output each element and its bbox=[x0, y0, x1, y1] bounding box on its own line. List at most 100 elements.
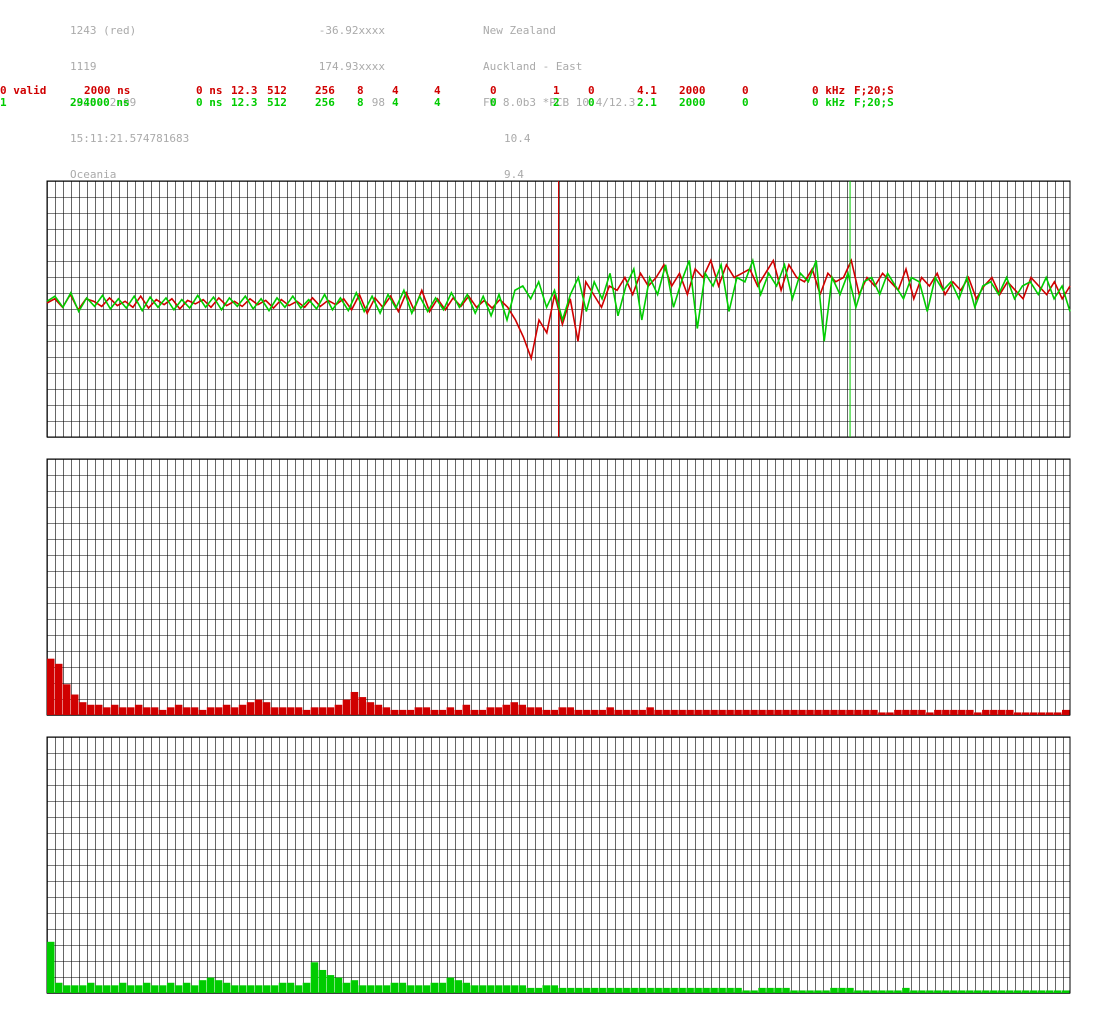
spectrum-green-bar bbox=[134, 985, 143, 993]
spectrum-green-bar bbox=[190, 985, 199, 993]
spectrum-green-bar bbox=[342, 982, 351, 993]
spectrum-green-bar bbox=[262, 985, 271, 993]
spectrum-green-bar bbox=[206, 977, 215, 993]
spectrum-red-bar bbox=[286, 707, 295, 715]
spectrum-green-bar bbox=[150, 985, 159, 993]
spectrum-green-bar bbox=[126, 985, 135, 993]
spectrum-red-bar bbox=[1038, 712, 1046, 715]
spectrum-green-bar bbox=[678, 987, 686, 993]
spectrum-red-bar bbox=[894, 709, 902, 715]
spectrum-red-bar bbox=[814, 709, 822, 715]
spectrum-green-bar bbox=[910, 990, 918, 993]
spectrum-green-bar bbox=[494, 985, 503, 993]
spectrum-red-bar bbox=[726, 709, 734, 715]
spectrum-green-bar bbox=[110, 985, 119, 993]
spectrum-red-bar bbox=[678, 709, 686, 715]
spectrum-red-bar bbox=[982, 709, 990, 715]
spectrum-red-bar bbox=[710, 709, 718, 715]
spectrum-green-bar bbox=[86, 982, 95, 993]
spectrum-green-bar bbox=[662, 987, 670, 993]
spectrum-green-bar bbox=[750, 990, 758, 993]
spectrum-green-bar bbox=[718, 987, 726, 993]
spectrum-red-bar bbox=[166, 707, 175, 715]
spectrum-red-bar bbox=[550, 709, 558, 715]
spectrum-green-bar bbox=[1046, 990, 1054, 993]
spectrum-green-bar bbox=[638, 987, 646, 993]
spectrum-green-bar bbox=[446, 977, 455, 993]
spectrum-red-bar bbox=[414, 707, 423, 715]
spectrum-green-bar bbox=[47, 941, 55, 993]
spectrum-red-bar bbox=[198, 709, 207, 715]
spectrum-green-bar bbox=[366, 985, 375, 993]
spectrum-green-bar bbox=[70, 985, 79, 993]
spectrum-red-bar bbox=[126, 707, 135, 715]
spectrum-green-bar bbox=[990, 990, 998, 993]
spectrum-green-bar bbox=[846, 987, 854, 993]
spectrum-green-bar bbox=[902, 987, 910, 993]
spectrum-green-bar bbox=[574, 987, 582, 993]
spectrum-red-bar bbox=[94, 704, 103, 715]
spectrum-red-bar bbox=[662, 709, 670, 715]
spectrum-green-bar bbox=[974, 990, 982, 993]
spectrum-red-bar bbox=[742, 709, 750, 715]
spectrum-green-bar bbox=[822, 990, 830, 993]
spectrum-red-bar bbox=[758, 709, 766, 715]
spectrum-red-bar bbox=[950, 709, 958, 715]
spectrum-red-bar bbox=[998, 709, 1006, 715]
spectrum-red-bar bbox=[358, 697, 367, 715]
spectrum-red-bar bbox=[598, 709, 606, 715]
spectrum-green-bar bbox=[358, 985, 367, 993]
spectrum-green-bar bbox=[742, 990, 750, 993]
spectrum-red-bar bbox=[62, 684, 71, 715]
spectrum-green-bar bbox=[222, 982, 231, 993]
spectrum-red-bar bbox=[1046, 712, 1054, 715]
spectrum-red-bar bbox=[1014, 712, 1022, 715]
spectrum-green-bar bbox=[478, 985, 487, 993]
spectrum-green-bar bbox=[526, 987, 535, 993]
spectrum-green-bar bbox=[918, 990, 926, 993]
spectrum-green-bar bbox=[270, 985, 279, 993]
spectrum-red-frame bbox=[46, 458, 1071, 716]
spectrum-green-bar bbox=[790, 990, 798, 993]
spectrum-red-bar bbox=[878, 712, 886, 715]
spectrum-red-bar bbox=[254, 699, 263, 715]
spectrum-red-bar bbox=[806, 709, 814, 715]
spectrum-red-bar bbox=[638, 709, 646, 715]
spectrum-green-bar bbox=[62, 985, 71, 993]
spectrum-green-bar bbox=[118, 982, 127, 993]
spectrum-green-bar bbox=[550, 985, 558, 993]
spectrum-green-bar bbox=[486, 985, 495, 993]
spectrum-green-bar bbox=[142, 982, 151, 993]
spectrum-green-bar bbox=[982, 990, 990, 993]
spectrum-green-bar bbox=[838, 987, 846, 993]
spectrum-red-bar bbox=[406, 709, 415, 715]
spectrum-red-bar bbox=[1054, 712, 1062, 715]
spectrum-red-bar bbox=[942, 709, 950, 715]
spectrum-green-bar bbox=[702, 987, 710, 993]
spectrum-red-bar bbox=[70, 694, 79, 715]
spectrum-red-bar bbox=[574, 709, 582, 715]
spectrum-red-bar bbox=[47, 658, 55, 715]
spectrum-red-bar bbox=[318, 707, 327, 715]
spectrum-red-bar bbox=[854, 709, 862, 715]
spectrum-green-bar bbox=[726, 987, 734, 993]
spectrum-red-bar bbox=[790, 709, 798, 715]
spectrum-green-bar bbox=[350, 980, 359, 993]
spectrum-green-bar bbox=[966, 990, 974, 993]
spectrum-green-bar bbox=[1006, 990, 1014, 993]
spectrum-green-bar bbox=[878, 990, 886, 993]
spectrum-red-bar bbox=[486, 707, 495, 715]
spectrum-green-bar bbox=[54, 982, 63, 993]
spectrum-red-bar bbox=[398, 709, 407, 715]
spectrum-green-bar bbox=[710, 987, 718, 993]
spectrum-green-bar bbox=[590, 987, 598, 993]
spectrum-green-bar bbox=[430, 982, 439, 993]
spectrum-green-bar bbox=[230, 985, 239, 993]
spectrum-red-bar bbox=[782, 709, 790, 715]
spectrum-red-bar bbox=[886, 712, 894, 715]
spectrum-red-bar bbox=[862, 709, 870, 715]
spectrum-red-bar bbox=[158, 709, 167, 715]
spectrum-green-bar bbox=[1062, 990, 1070, 993]
spectrum-red-bar bbox=[910, 709, 918, 715]
spectrum-green-bar bbox=[534, 987, 543, 993]
